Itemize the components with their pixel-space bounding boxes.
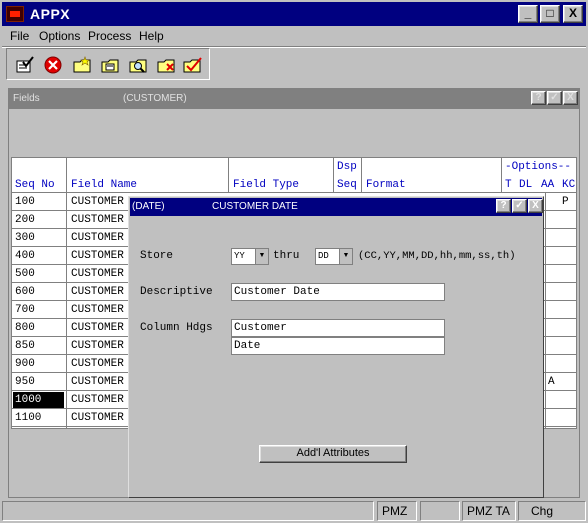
field-name-cell[interactable]: CUSTOMER	[71, 250, 124, 262]
header-format: Format	[366, 179, 406, 191]
addl-attributes-button[interactable]: Add'l Attributes	[259, 445, 407, 463]
field-name-cell[interactable]: CUSTOMER	[71, 340, 124, 352]
fields-window-title: Fields	[13, 93, 40, 104]
header-seq-no: Seq No	[15, 179, 55, 191]
seq-cell[interactable]: 850	[15, 340, 35, 352]
seq-cell[interactable]: 800	[15, 322, 35, 334]
column-hdgs-label: Column Hdgs	[140, 322, 213, 334]
store-label: Store	[140, 250, 174, 262]
options-cell: A	[548, 376, 555, 388]
folder-edit-icon[interactable]	[101, 56, 121, 74]
table-header: Seq No Field Name Field Type Dsp Seq For…	[11, 157, 577, 193]
field-name-cell[interactable]: CUSTOMER	[71, 376, 124, 388]
thru-label: thru	[273, 250, 300, 262]
field-name-cell[interactable]: CUSTOMER	[71, 232, 124, 244]
seq-cell[interactable]: 400	[15, 250, 35, 262]
menu-help[interactable]: Help	[139, 29, 164, 43]
appx-logo-icon	[6, 6, 24, 22]
menu-options[interactable]: Options	[39, 29, 80, 43]
status-panel-main	[2, 501, 374, 521]
field-name-cell[interactable]: CUSTOMER	[71, 196, 124, 208]
status-panel-pmz: PMZ	[377, 501, 417, 521]
menu-bar: File Options Process Help	[2, 26, 586, 46]
field-name-cell[interactable]: CUSTOMER	[71, 412, 124, 424]
seq-cell[interactable]: 1000	[15, 394, 41, 406]
column-hdg-2-input[interactable]: Date	[231, 337, 445, 355]
customer-date-dialog: (DATE) CUSTOMER DATE ? ✓ X Store YY ▼ th…	[128, 196, 544, 498]
store-to-select[interactable]: DD ▼	[315, 248, 353, 265]
chevron-down-icon[interactable]: ▼	[339, 249, 352, 264]
header-field-name: Field Name	[71, 179, 138, 191]
descriptive-input[interactable]: Customer Date	[231, 283, 445, 301]
dialog-title: CUSTOMER DATE	[212, 201, 298, 212]
seq-cell[interactable]: 300	[15, 232, 35, 244]
store-from-value: YY	[234, 251, 245, 261]
status-panel-mode: Chg	[518, 501, 586, 521]
folder-search-icon[interactable]	[129, 56, 149, 74]
field-name-cell[interactable]: CUSTOMER	[71, 268, 124, 280]
chevron-down-icon[interactable]: ▼	[255, 249, 268, 264]
status-panel-blank	[420, 501, 460, 521]
folder-delete-icon[interactable]	[157, 56, 177, 74]
header-aa: AA	[541, 179, 555, 191]
cancel-icon[interactable]	[43, 56, 63, 74]
status-panel-pmz-ta: PMZ TA	[462, 501, 516, 521]
header-t: T	[505, 179, 512, 191]
seq-cell[interactable]: 500	[15, 268, 35, 280]
close-button[interactable]: X	[563, 5, 583, 23]
seq-cell[interactable]: 900	[15, 358, 35, 370]
fields-ok-button[interactable]: ✓	[547, 91, 562, 105]
seq-cell[interactable]: 1100	[15, 412, 41, 424]
dialog-title-bar: (DATE) CUSTOMER DATE ? ✓ X	[130, 198, 543, 216]
options-cell: P	[562, 196, 569, 208]
field-name-cell[interactable]: CUSTOMER	[71, 322, 124, 334]
app-title: APPX	[30, 6, 71, 22]
dialog-title-tag: (DATE)	[132, 201, 165, 212]
folder-add-icon[interactable]	[73, 56, 93, 74]
fields-window-subtitle: (CUSTOMER)	[123, 93, 187, 104]
dialog-help-button[interactable]: ?	[496, 199, 511, 213]
store-to-value: DD	[318, 251, 329, 261]
header-seq: Seq	[337, 179, 357, 191]
seq-cell[interactable]: 700	[15, 304, 35, 316]
header-field-type: Field Type	[233, 179, 300, 191]
minimize-button[interactable]: _	[518, 5, 538, 23]
menu-process[interactable]: Process	[88, 29, 131, 43]
store-from-select[interactable]: YY ▼	[231, 248, 269, 265]
status-bar: PMZ PMZ TA Chg	[0, 499, 588, 523]
seq-cell[interactable]: 950	[15, 376, 35, 388]
fields-window-title-bar: Fields (CUSTOMER) ? ✓ X	[9, 89, 579, 109]
header-dl: DL	[519, 179, 533, 191]
field-name-cell[interactable]: CUSTOMER	[71, 286, 124, 298]
menu-file[interactable]: File	[10, 29, 29, 43]
dialog-close-button[interactable]: X	[528, 199, 543, 213]
field-name-cell[interactable]: CUSTOMER	[71, 214, 124, 226]
maximize-button[interactable]: □	[540, 5, 560, 23]
seq-cell[interactable]: 100	[15, 196, 35, 208]
fields-help-button[interactable]: ?	[531, 91, 546, 105]
dialog-ok-button[interactable]: ✓	[512, 199, 527, 213]
toolbar	[6, 48, 210, 80]
seq-cell[interactable]: 600	[15, 286, 35, 298]
folder-check-icon[interactable]	[183, 56, 203, 74]
field-name-cell[interactable]: CUSTOMER	[71, 394, 124, 406]
column-hdg-1-input[interactable]: Customer	[231, 319, 445, 337]
store-format-hint: (CC,YY,MM,DD,hh,mm,ss,th)	[358, 250, 516, 262]
header-options: -Options--	[505, 161, 572, 173]
seq-cell[interactable]: 200	[15, 214, 35, 226]
checklist-icon[interactable]	[15, 56, 35, 74]
field-name-cell[interactable]: CUSTOMER	[71, 358, 124, 370]
field-name-cell[interactable]: CUSTOMER	[71, 304, 124, 316]
descriptive-label: Descriptive	[140, 286, 213, 298]
header-dsp: Dsp	[337, 161, 357, 173]
fields-close-button[interactable]: X	[563, 91, 578, 105]
app-title-bar: APPX _ □ X	[2, 2, 586, 26]
header-kc: KC	[562, 179, 576, 191]
